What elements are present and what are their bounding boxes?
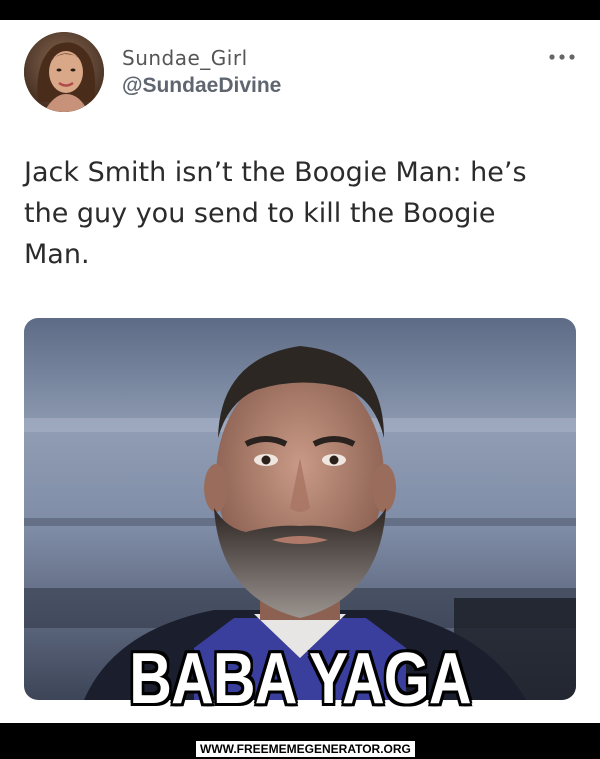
user-handle[interactable]: @SundaeDivine: [122, 74, 281, 98]
more-horizontal-icon[interactable]: [548, 52, 576, 62]
watermark: WWW.FREEMEMEGENERATOR.ORG: [196, 741, 415, 757]
top-frame-bar: [0, 0, 600, 20]
tweet-text: Jack Smith isn’t the Boogie Man: he’s th…: [24, 157, 527, 270]
avatar[interactable]: [24, 32, 104, 112]
tweet-card: Sundae_Girl @SundaeDivine Jack Smith isn…: [0, 20, 600, 723]
display-name[interactable]: Sundae_Girl: [122, 46, 248, 70]
meme-caption: BABA YAGA: [129, 639, 471, 719]
